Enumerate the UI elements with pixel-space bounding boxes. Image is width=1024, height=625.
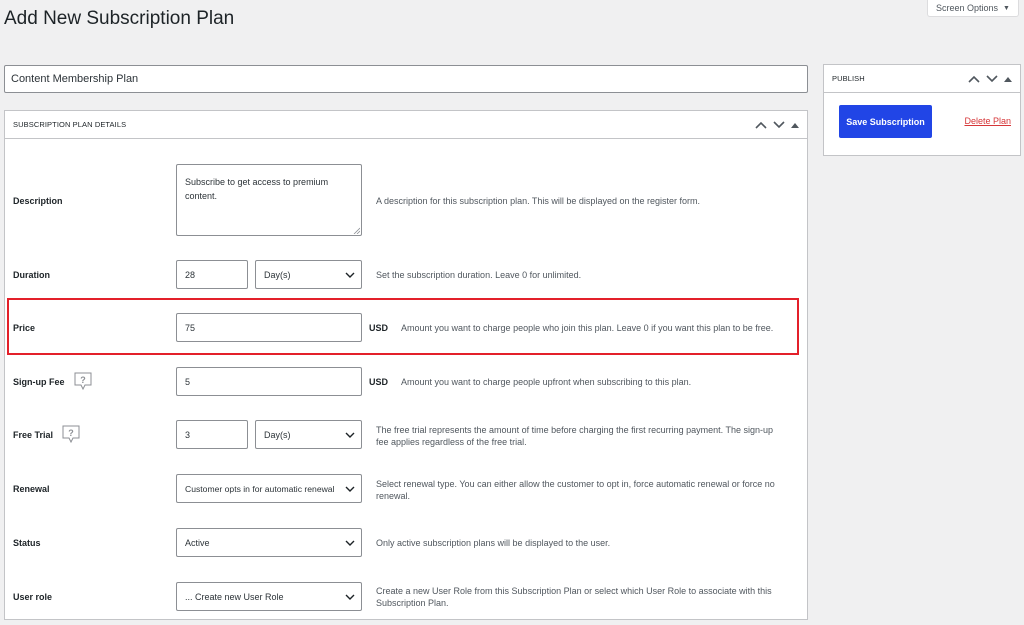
renewal-label: Renewal [13, 484, 50, 494]
collapse-toggle-icon[interactable] [791, 122, 799, 128]
details-box-title: SUBSCRIPTION PLAN DETAILS [13, 120, 127, 129]
collapse-toggle-icon[interactable] [1004, 76, 1012, 82]
signup-fee-label-row: Sign-up Fee ? [13, 372, 93, 391]
caret-down-icon: ▼ [1003, 4, 1010, 12]
free-trial-input[interactable]: 3 [176, 420, 248, 449]
move-up-icon[interactable] [968, 75, 980, 83]
status-value: Active [185, 537, 210, 548]
free-trial-unit-select[interactable]: Day(s) [255, 420, 362, 449]
svg-text:?: ? [68, 428, 74, 438]
free-trial-help: The free trial represents the amount of … [376, 424, 773, 448]
signup-fee-currency: USD [369, 377, 389, 387]
description-textarea[interactable]: Subscribe to get access to premium conte… [176, 164, 362, 236]
move-down-icon[interactable] [773, 120, 785, 129]
details-box-header: SUBSCRIPTION PLAN DETAILS [5, 111, 807, 139]
help-icon[interactable]: ? [61, 425, 81, 444]
duration-input[interactable]: 28 [176, 260, 248, 289]
chevron-down-icon [345, 432, 355, 438]
move-down-icon[interactable] [986, 74, 998, 83]
user-role-value: ... Create new User Role [185, 591, 284, 602]
signup-fee-input[interactable]: 5 [176, 367, 362, 396]
publish-box-handles [968, 74, 1012, 83]
publish-box: PUBLISH Save Subscription Delete Plan [823, 64, 1021, 156]
subscription-plan-details-box: SUBSCRIPTION PLAN DETAILS Description Su… [4, 110, 808, 620]
free-trial-help-line2: fee applies regardless of the free trial… [376, 437, 527, 447]
screen-options-label: Screen Options [936, 3, 999, 13]
details-box-handles [755, 120, 799, 129]
delete-plan-link[interactable]: Delete Plan [964, 116, 1011, 126]
user-role-help: Create a new User Role from this Subscri… [376, 585, 772, 609]
screen-options-button[interactable]: Screen Options ▼ [927, 0, 1019, 17]
chevron-down-icon [345, 594, 355, 600]
duration-unit-value: Day(s) [264, 269, 291, 280]
price-highlight-box [7, 298, 799, 355]
help-icon[interactable]: ? [73, 372, 93, 391]
duration-label: Duration [13, 270, 50, 280]
free-trial-label-row: Free Trial ? [13, 425, 81, 444]
save-subscription-button[interactable]: Save Subscription [839, 105, 932, 138]
free-trial-label: Free Trial [13, 429, 54, 440]
publish-box-title: PUBLISH [832, 74, 865, 83]
chevron-down-icon [345, 540, 355, 546]
signup-fee-help: Amount you want to charge people upfront… [401, 377, 692, 387]
status-help: Only active subscription plans will be d… [376, 538, 611, 548]
renewal-value: Customer opts in for automatic renewal [185, 483, 335, 494]
publish-box-body: Save Subscription Delete Plan [824, 93, 1020, 155]
chevron-down-icon [345, 272, 355, 278]
description-help: A description for this subscription plan… [376, 196, 700, 206]
chevron-down-icon [345, 486, 355, 492]
status-label: Status [13, 538, 41, 548]
page-title: Add New Subscription Plan [4, 8, 235, 29]
description-label: Description [13, 196, 63, 206]
user-role-select[interactable]: ... Create new User Role [176, 582, 362, 611]
user-role-help-line2: Subscription Plan. [376, 598, 449, 608]
renewal-help-line1: Select renewal type. You can either allo… [376, 479, 775, 489]
resize-handle-icon[interactable] [353, 227, 360, 234]
status-select[interactable]: Active [176, 528, 362, 557]
svg-text:?: ? [80, 375, 86, 385]
duration-help: Set the subscription duration. Leave 0 f… [376, 270, 582, 280]
user-role-label: User role [13, 592, 53, 602]
move-up-icon[interactable] [755, 121, 767, 129]
plan-name-input[interactable]: Content Membership Plan [4, 65, 808, 93]
free-trial-help-line1: The free trial represents the amount of … [376, 425, 774, 435]
free-trial-unit-value: Day(s) [264, 429, 291, 440]
publish-box-header: PUBLISH [824, 65, 1020, 93]
user-role-help-line1: Create a new User Role from this Subscri… [376, 586, 772, 596]
renewal-select[interactable]: Customer opts in for automatic renewal [176, 474, 362, 503]
renewal-help-line2: renewal. [376, 491, 411, 501]
duration-unit-select[interactable]: Day(s) [255, 260, 362, 289]
renewal-help: Select renewal type. You can either allo… [376, 478, 775, 502]
description-value: Subscribe to get access to premium conte… [185, 177, 329, 201]
signup-fee-label: Sign-up Fee [13, 376, 65, 387]
